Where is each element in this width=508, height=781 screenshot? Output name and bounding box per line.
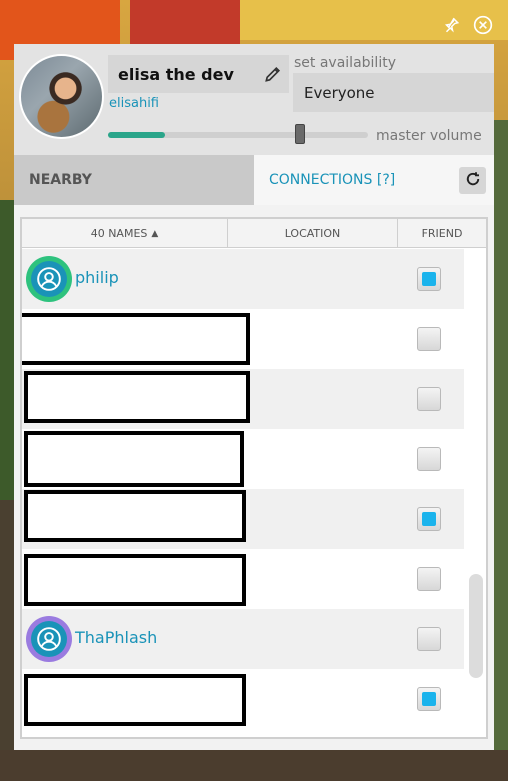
tab-nearby[interactable]: NEARBY bbox=[14, 155, 254, 205]
friend-checkbox[interactable] bbox=[417, 627, 441, 651]
master-volume-slider[interactable] bbox=[108, 124, 368, 144]
background-scene bbox=[130, 0, 240, 45]
table-row[interactable] bbox=[22, 549, 464, 609]
table-row[interactable]: philip bbox=[22, 249, 464, 309]
friend-checkbox[interactable] bbox=[417, 507, 441, 531]
redacted-name bbox=[24, 490, 246, 542]
redacted-name bbox=[22, 313, 250, 365]
pencil-icon[interactable] bbox=[263, 64, 283, 84]
volume-label: master volume bbox=[376, 128, 482, 144]
user-name[interactable]: philip bbox=[75, 268, 119, 287]
people-panel: elisa the dev elisahifi set availability… bbox=[14, 44, 494, 750]
volume-fill bbox=[108, 132, 165, 138]
close-icon[interactable] bbox=[472, 14, 494, 36]
scrollbar[interactable] bbox=[466, 249, 484, 737]
redacted-name bbox=[24, 554, 246, 606]
scrollbar-thumb[interactable] bbox=[469, 574, 483, 678]
checked-indicator bbox=[422, 512, 436, 526]
checked-indicator bbox=[422, 692, 436, 706]
profile-header: elisa the dev elisahifi set availability… bbox=[14, 44, 494, 155]
tab-bar: NEARBY CONNECTIONS [?] bbox=[14, 155, 494, 205]
table-row[interactable]: ThaPhlash bbox=[22, 609, 464, 669]
column-friend[interactable]: FRIEND bbox=[398, 219, 486, 248]
tab-connections[interactable]: CONNECTIONS [?] bbox=[254, 155, 494, 205]
redacted-name bbox=[24, 431, 244, 487]
user-icon bbox=[37, 627, 61, 651]
table-header: 40 NAMES ▲ LOCATION FRIEND bbox=[22, 219, 486, 248]
friend-checkbox[interactable] bbox=[417, 447, 441, 471]
friend-checkbox[interactable] bbox=[417, 687, 441, 711]
column-location[interactable]: LOCATION bbox=[228, 219, 398, 248]
checked-indicator bbox=[422, 272, 436, 286]
table-row[interactable] bbox=[22, 669, 464, 729]
user-avatar[interactable] bbox=[26, 256, 72, 302]
refresh-button[interactable] bbox=[459, 167, 486, 194]
sort-ascending-icon: ▲ bbox=[151, 228, 159, 239]
friend-checkbox[interactable] bbox=[417, 387, 441, 411]
tab-connections-label: CONNECTIONS [?] bbox=[269, 172, 396, 188]
availability-label: set availability bbox=[294, 55, 396, 71]
friend-checkbox[interactable] bbox=[417, 567, 441, 591]
user-icon bbox=[37, 267, 61, 291]
window-controls bbox=[440, 14, 494, 36]
display-name: elisa the dev bbox=[118, 64, 234, 84]
volume-thumb[interactable] bbox=[295, 124, 306, 144]
redacted-name bbox=[24, 371, 250, 423]
redacted-name bbox=[24, 674, 246, 726]
table-row[interactable] bbox=[22, 489, 464, 549]
column-names-label: 40 NAMES bbox=[90, 227, 148, 240]
user-avatar[interactable] bbox=[26, 616, 72, 662]
display-name-field[interactable]: elisa the dev bbox=[108, 55, 289, 93]
table-row[interactable] bbox=[22, 429, 464, 489]
connections-table: 40 NAMES ▲ LOCATION FRIEND philip ThaPhla… bbox=[20, 217, 488, 739]
availability-select[interactable]: Everyone bbox=[293, 73, 494, 112]
pin-icon[interactable] bbox=[440, 14, 462, 36]
table-row[interactable] bbox=[22, 369, 464, 429]
column-names[interactable]: 40 NAMES ▲ bbox=[22, 219, 228, 248]
user-name[interactable]: ThaPhlash bbox=[75, 628, 157, 647]
friend-checkbox[interactable] bbox=[417, 267, 441, 291]
friend-checkbox[interactable] bbox=[417, 327, 441, 351]
username: elisahifi bbox=[109, 96, 160, 111]
profile-avatar[interactable] bbox=[19, 54, 104, 139]
table-row[interactable] bbox=[22, 309, 464, 369]
refresh-icon bbox=[464, 170, 482, 192]
background-scene bbox=[0, 750, 508, 781]
